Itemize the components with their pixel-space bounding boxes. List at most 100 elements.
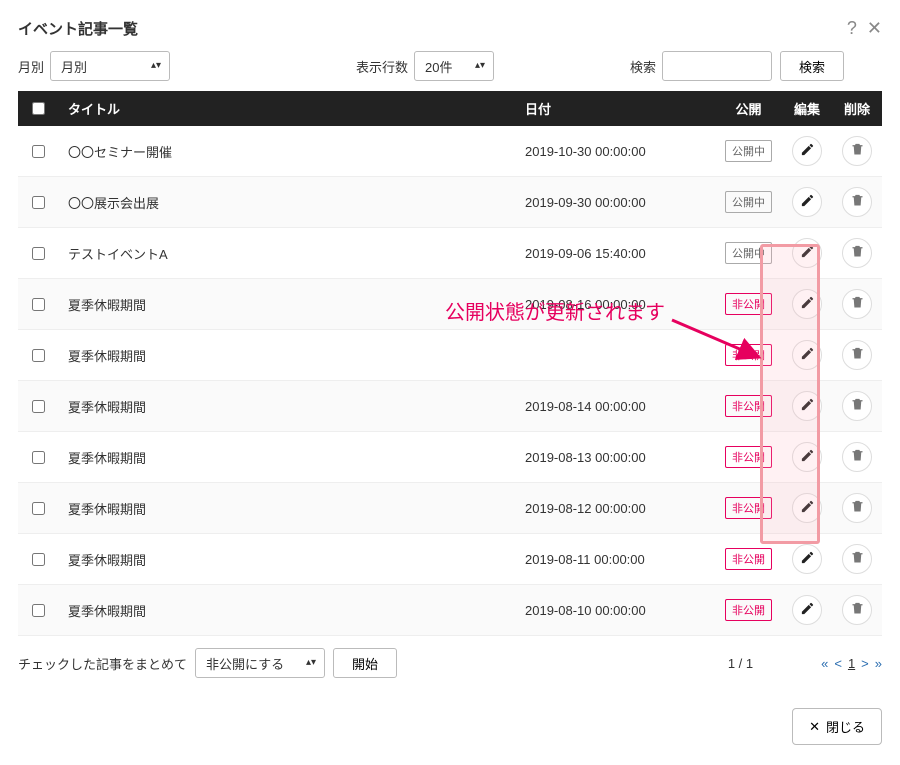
edit-button[interactable] (792, 289, 822, 319)
row-date: 2019-08-16 00:00:00 (515, 279, 715, 330)
status-badge[interactable]: 非公開 (725, 599, 772, 621)
table-row: 夏季休暇期間2019-08-16 00:00:00 非公開 (18, 279, 882, 330)
select-all-checkbox[interactable] (32, 102, 45, 115)
row-title: 夏季休暇期間 (58, 330, 515, 381)
delete-button[interactable] (842, 187, 872, 217)
row-date: 2019-09-30 00:00:00 (515, 177, 715, 228)
table-row: 夏季休暇期間2019-08-13 00:00:00非公開 (18, 432, 882, 483)
month-filter-label: 月別 (18, 57, 44, 76)
table-row: 夏季休暇期間 非公開 (18, 330, 882, 381)
delete-button[interactable] (842, 442, 872, 472)
delete-button[interactable] (842, 238, 872, 268)
search-button[interactable]: 検索 (780, 51, 844, 81)
delete-button[interactable] (842, 493, 872, 523)
status-badge[interactable]: 非公開 (725, 293, 772, 315)
row-checkbox[interactable] (32, 298, 45, 311)
close-x-icon: ✕ (809, 719, 820, 735)
close-button[interactable]: ✕ 閉じる (792, 708, 882, 745)
row-title: 〇〇展示会出展 (58, 177, 515, 228)
rows-filter-label: 表示行数 (356, 57, 408, 76)
row-checkbox[interactable] (32, 400, 45, 413)
row-checkbox[interactable] (32, 247, 45, 260)
row-checkbox[interactable] (32, 145, 45, 158)
row-checkbox[interactable] (32, 553, 45, 566)
row-date: 2019-08-13 00:00:00 (515, 432, 715, 483)
rows-select-value: 20件 (425, 57, 452, 76)
col-title: タイトル (58, 91, 515, 126)
col-delete: 削除 (832, 91, 882, 126)
caret-icon: ▴▾ (306, 658, 316, 668)
status-badge[interactable]: 公開中 (725, 242, 772, 264)
trash-icon (850, 550, 865, 568)
status-badge[interactable]: 非公開 (725, 497, 772, 519)
delete-button[interactable] (842, 340, 872, 370)
close-icon[interactable]: ✕ (867, 18, 882, 39)
trash-icon (850, 295, 865, 313)
status-badge[interactable]: 非公開 (725, 344, 772, 366)
row-checkbox[interactable] (32, 451, 45, 464)
status-badge[interactable]: 公開中 (725, 191, 772, 213)
row-checkbox[interactable] (32, 502, 45, 515)
edit-button[interactable] (792, 340, 822, 370)
pager-first[interactable]: « (821, 656, 828, 671)
edit-button[interactable] (792, 391, 822, 421)
pencil-icon (800, 550, 815, 568)
row-checkbox[interactable] (32, 196, 45, 209)
bulk-label: チェックした記事をまとめて (18, 654, 187, 673)
table-row: テストイベントA2019-09-06 15:40:00公開中 (18, 228, 882, 279)
search-input[interactable] (662, 51, 772, 81)
trash-icon (850, 448, 865, 466)
row-title: 〇〇セミナー開催 (58, 126, 515, 177)
row-title: 夏季休暇期間 (58, 279, 515, 330)
row-title: 夏季休暇期間 (58, 483, 515, 534)
pager-prev[interactable]: < (834, 656, 842, 671)
status-badge[interactable]: 非公開 (725, 548, 772, 570)
edit-button[interactable] (792, 187, 822, 217)
pager-current[interactable]: 1 (848, 656, 855, 671)
close-button-label: 閉じる (826, 717, 865, 736)
bulk-action-select[interactable]: 非公開にする ▴▾ (195, 648, 325, 678)
trash-icon (850, 142, 865, 160)
row-title: 夏季休暇期間 (58, 534, 515, 585)
month-select[interactable]: 月別 ▴▾ (50, 51, 170, 81)
search-label: 検索 (630, 57, 656, 76)
pencil-icon (800, 601, 815, 619)
table-row: 〇〇展示会出展2019-09-30 00:00:00 公開中 (18, 177, 882, 228)
rows-select[interactable]: 20件 ▴▾ (414, 51, 494, 81)
delete-button[interactable] (842, 289, 872, 319)
pager-next[interactable]: > (861, 656, 869, 671)
pager-last[interactable]: » (875, 656, 882, 671)
caret-icon: ▴▾ (151, 61, 161, 71)
delete-button[interactable] (842, 391, 872, 421)
help-icon[interactable]: ? (847, 18, 857, 39)
pencil-icon (800, 244, 815, 262)
delete-button[interactable] (842, 544, 872, 574)
edit-button[interactable] (792, 595, 822, 625)
edit-button[interactable] (792, 442, 822, 472)
pencil-icon (800, 397, 815, 415)
status-badge[interactable]: 非公開 (725, 446, 772, 468)
row-title: テストイベントA (58, 228, 515, 279)
status-badge[interactable]: 公開中 (725, 140, 772, 162)
bulk-start-button[interactable]: 開始 (333, 648, 397, 678)
col-date: 日付 (515, 91, 715, 126)
page-info: 1 / 1 (728, 656, 753, 671)
trash-icon (850, 601, 865, 619)
bulk-action-value: 非公開にする (206, 654, 284, 673)
row-checkbox[interactable] (32, 604, 45, 617)
pencil-icon (800, 142, 815, 160)
trash-icon (850, 499, 865, 517)
edit-button[interactable] (792, 238, 822, 268)
table-row: 夏季休暇期間2019-08-10 00:00:00非公開 (18, 585, 882, 636)
delete-button[interactable] (842, 595, 872, 625)
edit-button[interactable] (792, 544, 822, 574)
dialog-title: イベント記事一覧 (18, 18, 138, 39)
row-date: 2019-08-11 00:00:00 (515, 534, 715, 585)
row-checkbox[interactable] (32, 349, 45, 362)
month-select-value: 月別 (61, 57, 87, 76)
delete-button[interactable] (842, 136, 872, 166)
table-row: 夏季休暇期間2019-08-11 00:00:00 非公開 (18, 534, 882, 585)
edit-button[interactable] (792, 493, 822, 523)
status-badge[interactable]: 非公開 (725, 395, 772, 417)
edit-button[interactable] (792, 136, 822, 166)
